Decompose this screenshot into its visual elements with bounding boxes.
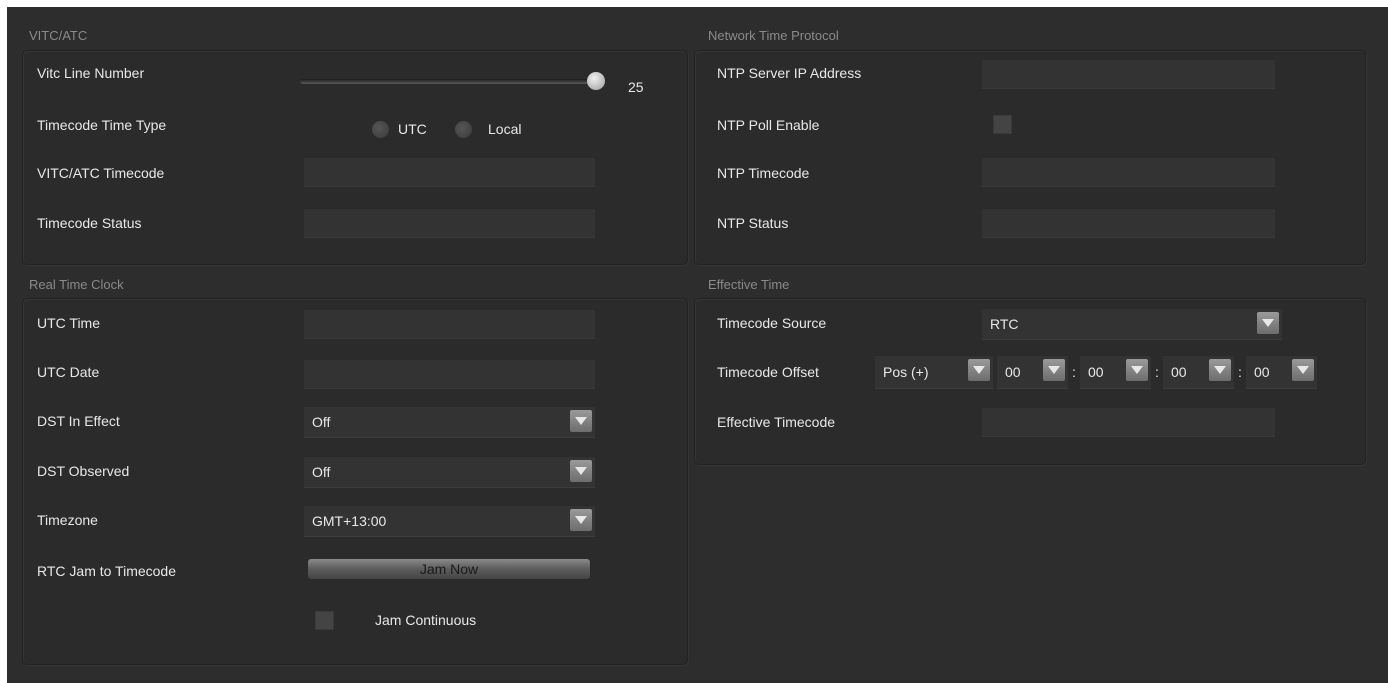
local-radio-label: Local	[488, 121, 522, 137]
chevron-down-icon[interactable]	[570, 460, 592, 482]
dst-observed-value: Off	[312, 464, 331, 480]
ntp-status-label: NTP Status	[717, 215, 789, 231]
offset-sign-dropdown[interactable]: Pos (+)	[875, 355, 993, 389]
offset-minutes-dropdown[interactable]: 00	[1080, 355, 1151, 389]
chevron-down-icon[interactable]	[1209, 359, 1231, 381]
rtc-jam-label: RTC Jam to Timecode	[37, 563, 177, 579]
chevron-down-icon[interactable]	[968, 359, 990, 381]
jam-continuous-checkbox[interactable]	[315, 611, 334, 630]
offset-hours-value: 00	[1005, 364, 1021, 380]
vitc-timecode-field	[304, 157, 595, 187]
vitc-line-number-slider[interactable]	[300, 79, 605, 84]
utc-time-field	[304, 309, 595, 339]
vitc-line-number-slider-knob[interactable]	[587, 72, 605, 90]
ntp-server-ip-input[interactable]	[982, 59, 1275, 89]
dst-in-effect-value: Off	[312, 414, 331, 430]
timecode-source-label: Timecode Source	[717, 315, 827, 331]
offset-seconds-dropdown[interactable]: 00	[1163, 355, 1234, 389]
utc-date-field	[304, 359, 595, 389]
utc-time-label: UTC Time	[37, 315, 100, 331]
timecode-settings-panel: VITC/ATC Vitc Line Number 25 Timecode Ti…	[7, 7, 1388, 683]
vitc-section-title: VITC/ATC	[29, 28, 88, 43]
offset-separator: :	[1072, 364, 1076, 380]
vitc-timecode-label: VITC/ATC Timecode	[37, 165, 165, 181]
vitc-line-number-label: Vitc Line Number	[37, 65, 145, 81]
ntp-timecode-field	[982, 157, 1275, 187]
timezone-label: Timezone	[37, 512, 98, 528]
dst-in-effect-dropdown[interactable]: Off	[304, 406, 595, 438]
dst-observed-dropdown[interactable]: Off	[304, 456, 595, 488]
ntp-status-field	[982, 208, 1275, 238]
offset-frames-dropdown[interactable]: 00	[1246, 355, 1317, 389]
chevron-down-icon[interactable]	[1126, 359, 1148, 381]
offset-seconds-value: 00	[1171, 364, 1187, 380]
jam-continuous-label: Jam Continuous	[375, 612, 477, 628]
timecode-status-field	[304, 208, 595, 238]
rtc-section-title: Real Time Clock	[29, 277, 124, 292]
local-radio[interactable]	[455, 121, 472, 138]
chevron-down-icon[interactable]	[570, 410, 592, 432]
timecode-offset-label: Timecode Offset	[717, 364, 819, 380]
utc-date-label: UTC Date	[37, 364, 100, 380]
dst-in-effect-label: DST In Effect	[37, 413, 120, 429]
effective-timecode-label: Effective Timecode	[717, 414, 836, 430]
timecode-source-dropdown[interactable]: RTC	[982, 308, 1282, 340]
timecode-time-type-label: Timecode Time Type	[37, 117, 167, 133]
timecode-source-value: RTC	[990, 316, 1019, 332]
timecode-status-label: Timecode Status	[37, 215, 142, 231]
effective-section-title: Effective Time	[708, 277, 790, 292]
offset-frames-value: 00	[1254, 364, 1270, 380]
offset-separator: :	[1238, 364, 1242, 380]
offset-sign-value: Pos (+)	[883, 364, 929, 380]
ntp-timecode-label: NTP Timecode	[717, 165, 810, 181]
chevron-down-icon[interactable]	[1292, 359, 1314, 381]
offset-separator: :	[1155, 364, 1159, 380]
effective-timecode-field	[982, 407, 1275, 437]
offset-hours-dropdown[interactable]: 00	[997, 355, 1068, 389]
timezone-value: GMT+13:00	[312, 513, 387, 529]
ntp-section-title: Network Time Protocol	[708, 28, 839, 43]
chevron-down-icon[interactable]	[570, 509, 592, 531]
chevron-down-icon[interactable]	[1257, 312, 1279, 334]
vitc-line-number-value: 25	[628, 79, 644, 95]
ntp-server-ip-label: NTP Server IP Address	[717, 65, 862, 81]
utc-radio-label: UTC	[398, 121, 427, 137]
ntp-poll-enable-label: NTP Poll Enable	[717, 117, 820, 133]
chevron-down-icon[interactable]	[1043, 359, 1065, 381]
offset-minutes-value: 00	[1088, 364, 1104, 380]
dst-observed-label: DST Observed	[37, 463, 130, 479]
jam-now-button[interactable]: Jam Now	[307, 558, 591, 580]
ntp-poll-enable-checkbox[interactable]	[993, 115, 1012, 134]
timezone-dropdown[interactable]: GMT+13:00	[304, 505, 595, 537]
utc-radio[interactable]	[372, 121, 389, 138]
